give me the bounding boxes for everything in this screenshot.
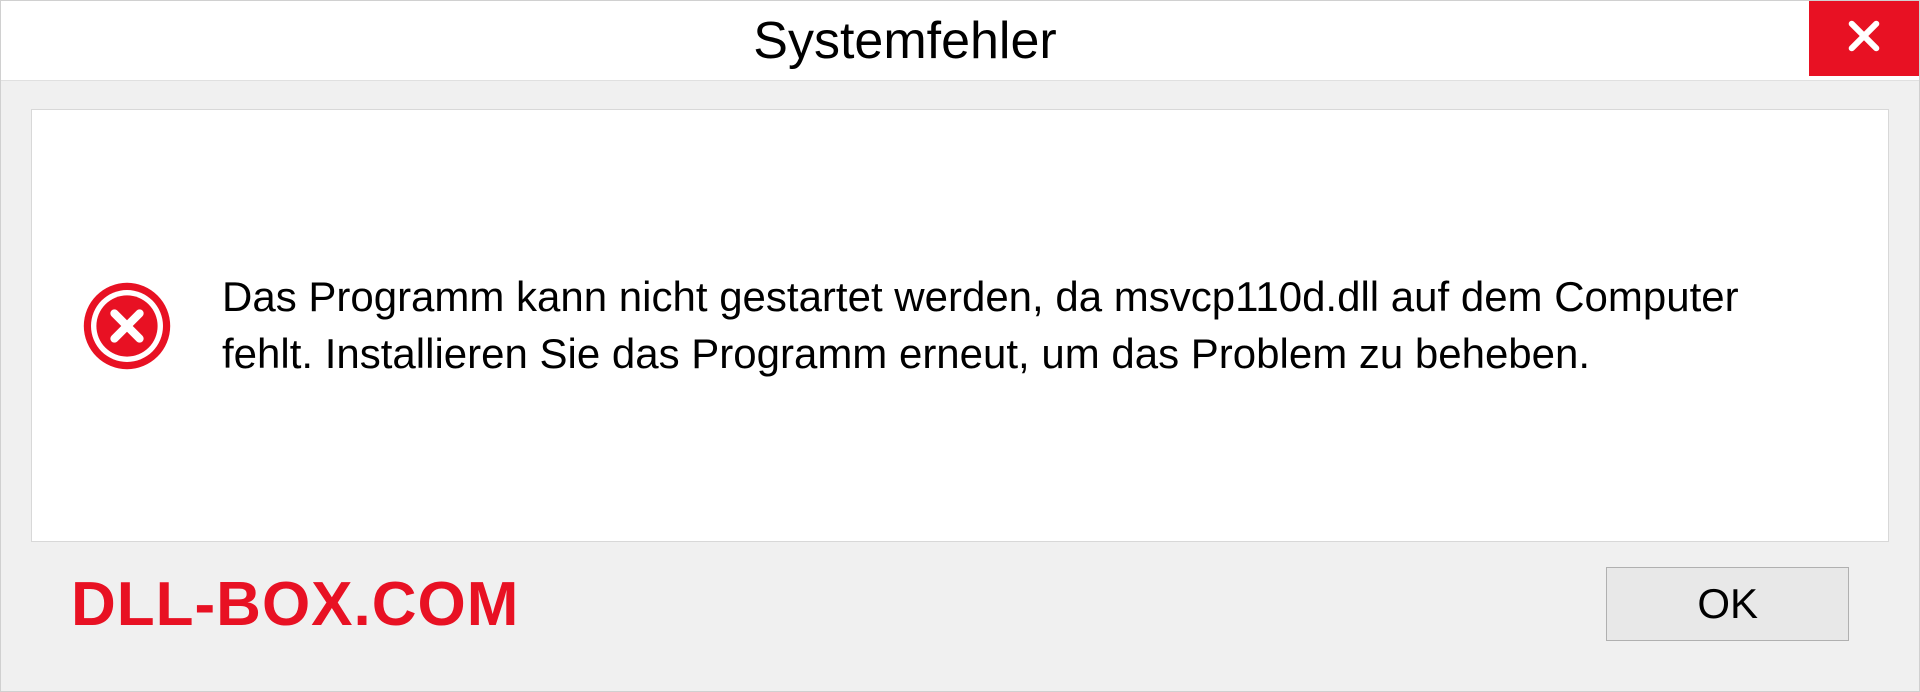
dialog-title: Systemfehler xyxy=(1,11,1809,71)
content-area: Das Programm kann nicht gestartet werden… xyxy=(1,81,1919,691)
close-button[interactable] xyxy=(1809,1,1919,76)
watermark-text: DLL-BOX.COM xyxy=(71,569,519,640)
error-message: Das Programm kann nicht gestartet werden… xyxy=(222,269,1838,382)
error-icon xyxy=(82,281,172,371)
ok-button[interactable]: OK xyxy=(1606,567,1849,641)
titlebar: Systemfehler xyxy=(1,1,1919,81)
message-panel: Das Programm kann nicht gestartet werden… xyxy=(31,109,1889,542)
close-icon xyxy=(1843,15,1885,62)
error-dialog: Systemfehler Das Programm kan xyxy=(0,0,1920,692)
dialog-footer: DLL-BOX.COM OK xyxy=(31,542,1889,663)
